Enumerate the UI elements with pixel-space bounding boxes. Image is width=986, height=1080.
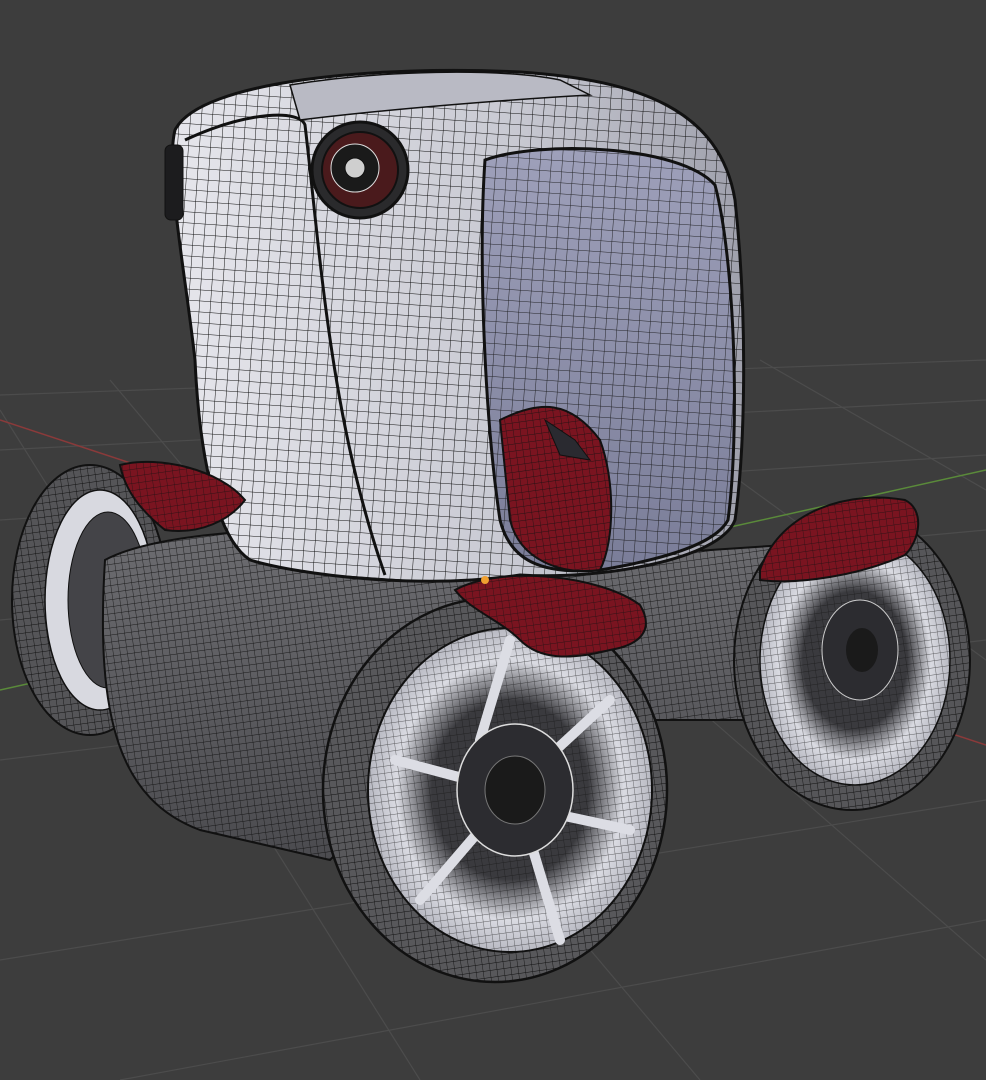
side-lamp bbox=[310, 120, 410, 220]
3d-viewport[interactable] bbox=[0, 0, 986, 1080]
origin-point-icon[interactable] bbox=[481, 576, 489, 584]
rear-handle bbox=[164, 144, 184, 221]
front-left-wheel[interactable] bbox=[321, 596, 669, 984]
